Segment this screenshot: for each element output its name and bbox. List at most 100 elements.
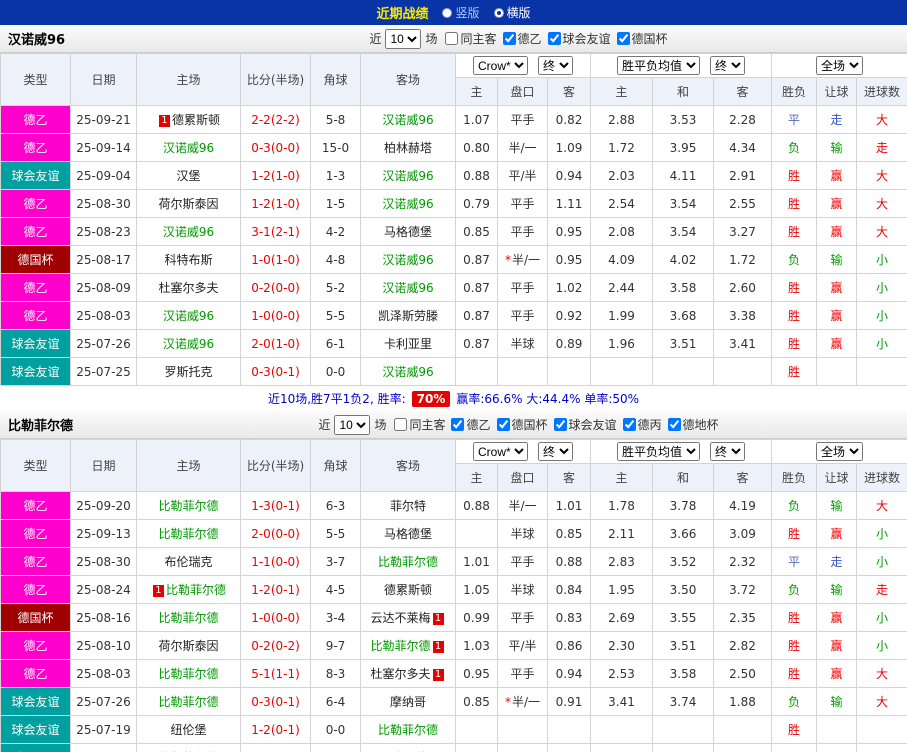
away-team-name[interactable]: 汉诺威96: [382, 169, 433, 183]
home-team-name[interactable]: 荷尔斯泰因: [158, 639, 218, 653]
home-team-name[interactable]: 比勒菲尔德: [158, 667, 218, 681]
layout-radio-horizontal[interactable]: 横版: [493, 4, 531, 21]
checkbox-同主客[interactable]: [445, 32, 459, 45]
home-team-cell: 比勒菲尔德: [136, 491, 241, 520]
league-filter-德丙[interactable]: 德丙: [619, 416, 662, 433]
scope-select[interactable]: 全场: [816, 442, 864, 461]
match-date: 25-08-30: [70, 547, 137, 576]
radio-selected-icon[interactable]: [493, 7, 504, 18]
away-team-name[interactable]: 凯泽斯劳滕: [378, 309, 438, 323]
home-team-name[interactable]: 汉堡: [176, 169, 200, 183]
radio-unselected-icon[interactable]: [442, 7, 453, 18]
score-text: 1-3(0-1): [251, 498, 300, 513]
league-filter-球会友谊[interactable]: 球会友谊: [550, 416, 617, 433]
home-team-name[interactable]: 纽伦堡: [170, 723, 206, 737]
checkbox-德乙[interactable]: [502, 32, 516, 45]
match-count-select[interactable]: 10: [334, 414, 371, 435]
home-team-name[interactable]: 比勒菲尔德: [158, 695, 218, 709]
handicap-line: 半球: [497, 329, 548, 358]
away-team-name[interactable]: 汉诺威96: [382, 281, 433, 295]
home-team-name[interactable]: 罗斯托克: [164, 365, 212, 379]
result-text: 大: [876, 169, 889, 183]
checkbox-球会友谊[interactable]: [547, 32, 561, 45]
checkbox-德乙[interactable]: [451, 418, 465, 431]
summary-suffix: 赢率:66.6% 大:44.4% 单率:50%: [456, 392, 640, 406]
home-team-name[interactable]: 汉诺威96: [163, 225, 214, 239]
away-team-name[interactable]: 汉诺威96: [382, 197, 433, 211]
handicap-odds-home: 0.80: [455, 133, 498, 162]
league-filter-德国杯[interactable]: 德国杯: [493, 416, 548, 433]
checkbox-德地杯[interactable]: [667, 418, 681, 431]
euro-final-select[interactable]: 终: [710, 442, 746, 461]
euro-odds-draw: 3.74: [652, 687, 715, 716]
away-team-name[interactable]: 柏林赫塔: [384, 141, 432, 155]
euro-odds-draw: 3.66: [652, 519, 715, 548]
layout-radio-vertical[interactable]: 竖版: [442, 4, 480, 21]
away-team-name[interactable]: 比勒菲尔德: [378, 555, 438, 569]
handicap-line: 平手: [497, 603, 548, 632]
home-team-name[interactable]: 杜塞尔多夫: [158, 281, 218, 295]
match-score: 0-3(0-1): [240, 687, 311, 716]
match-score: 2-0(1-0): [240, 329, 311, 358]
home-team-name[interactable]: 比勒菲尔德: [158, 611, 218, 625]
handicap-final-select[interactable]: 终: [538, 442, 574, 461]
home-team-name[interactable]: 汉诺威96: [163, 309, 214, 323]
away-team-name[interactable]: 马格德堡: [384, 225, 432, 239]
away-team-name[interactable]: 摩纳哥: [390, 695, 426, 709]
home-team-name[interactable]: 比勒菲尔德: [158, 499, 218, 513]
result-wdl: 胜: [771, 301, 818, 330]
home-team-name[interactable]: 比勒菲尔德: [158, 527, 218, 541]
result-text: 赢: [830, 611, 843, 625]
euro-odds-away: 1.88: [713, 687, 773, 716]
away-team-name[interactable]: 汉诺威96: [382, 365, 433, 379]
euro-odds-home: 1.99: [590, 301, 654, 330]
match-date: 25-08-23: [70, 217, 137, 246]
checkbox-同主客[interactable]: [394, 418, 408, 431]
league-filter-同主客[interactable]: 同主客: [441, 30, 497, 47]
away-team-name[interactable]: 汉诺威96: [382, 253, 433, 267]
match-type: 德乙: [0, 133, 71, 162]
checkbox-德国杯[interactable]: [496, 418, 510, 431]
league-filter-德乙[interactable]: 德乙: [447, 416, 491, 433]
bookmaker-select[interactable]: Crow*: [473, 442, 529, 461]
home-team-name[interactable]: 比勒菲尔德: [166, 583, 226, 597]
score-text: 1-2(1-0): [251, 196, 300, 211]
score-text: 0-3(0-0): [251, 140, 300, 155]
result-wdl: 胜: [771, 161, 818, 190]
league-filter-德乙[interactable]: 德乙: [499, 30, 542, 47]
away-team-name[interactable]: 汉诺威96: [382, 113, 433, 127]
checkbox-球会友谊[interactable]: [553, 418, 567, 431]
away-team-name[interactable]: 比勒菲尔德: [378, 723, 438, 737]
home-team-name[interactable]: 汉诺威96: [163, 337, 214, 351]
away-team-name[interactable]: 卡利亚里: [384, 337, 432, 351]
handicap-change-star: *: [504, 695, 511, 709]
league-filter-德地杯[interactable]: 德地杯: [664, 416, 719, 433]
away-team-name[interactable]: 云达不莱梅: [370, 611, 430, 625]
away-team-name[interactable]: 杜塞尔多夫: [370, 667, 430, 681]
league-filter-球会友谊[interactable]: 球会友谊: [544, 30, 611, 47]
league-filter-德国杯[interactable]: 德国杯: [613, 30, 668, 47]
home-team-name[interactable]: 荷尔斯泰因: [158, 197, 218, 211]
away-team-name[interactable]: 德累斯顿: [384, 583, 432, 597]
league-filter-同主客[interactable]: 同主客: [390, 416, 445, 433]
away-team-name[interactable]: 菲尔特: [390, 499, 426, 513]
average-odds-select[interactable]: 胜平负均值: [617, 442, 701, 461]
home-team-name[interactable]: 德累斯顿: [172, 113, 220, 127]
match-type: 德乙: [0, 659, 71, 688]
home-team-name[interactable]: 科特布斯: [164, 253, 212, 267]
result-goals: [856, 743, 907, 752]
average-odds-select[interactable]: 胜平负均值: [617, 56, 701, 75]
handicap-final-select[interactable]: 终: [538, 56, 574, 75]
result-text: 小: [876, 309, 889, 323]
bookmaker-select[interactable]: Crow*: [473, 56, 529, 75]
away-team-name[interactable]: 比勒菲尔德: [370, 639, 430, 653]
checkbox-德丙[interactable]: [622, 418, 636, 431]
match-count-select[interactable]: 10: [385, 28, 422, 49]
home-team-name[interactable]: 布伦瑞克: [164, 555, 212, 569]
checkbox-德国杯[interactable]: [616, 32, 630, 45]
home-team-name[interactable]: 汉诺威96: [163, 141, 214, 155]
euro-final-select[interactable]: 终: [710, 56, 746, 75]
handicap-odds-home: 1.07: [455, 105, 498, 134]
scope-select[interactable]: 全场: [816, 56, 864, 75]
away-team-name[interactable]: 马格德堡: [384, 527, 432, 541]
